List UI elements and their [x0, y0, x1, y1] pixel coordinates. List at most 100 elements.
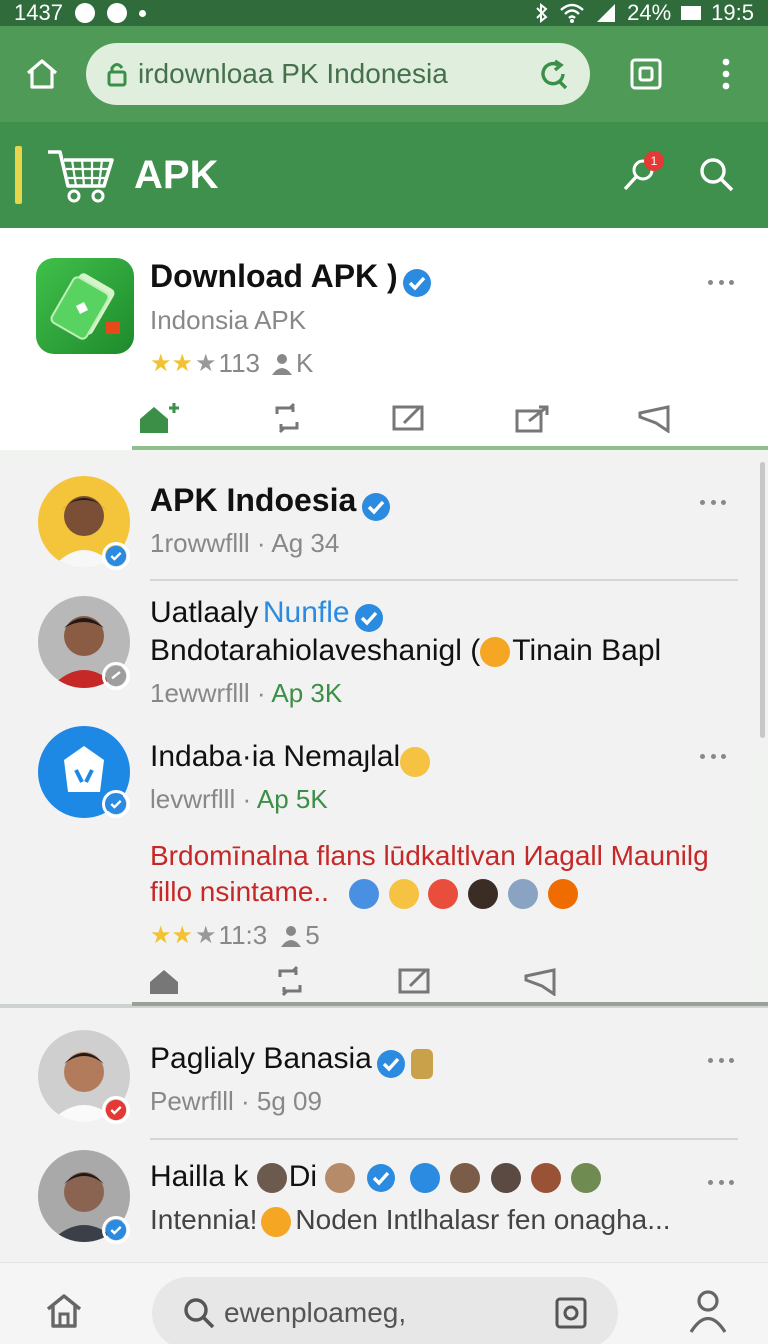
profile-icon[interactable]: [688, 1289, 728, 1333]
repost-icon[interactable]: [274, 965, 306, 997]
feed-group-1: APK Indoesia 1rowwflll · Ag 34 Uatlaaly …: [0, 458, 760, 1004]
can-emoji-icon: [410, 1048, 433, 1079]
laugh-emoji-icon: [348, 878, 379, 909]
star-rating: ★★: [150, 350, 194, 377]
star-rating-empty: ★: [195, 922, 217, 949]
clock-right: 19:5: [711, 0, 754, 25]
app-card: Download APK ) Indonsia APK ★★ ★ 113 K: [0, 228, 768, 450]
post2-meta: 1ewwrflll ·: [150, 678, 272, 708]
app-subtitle: Indonsia APK: [150, 305, 307, 335]
verified-icon: [355, 603, 384, 632]
feed-group-2: Paglialy Banasia Pewrflll · 5g 09 Hailla…: [0, 1010, 768, 1262]
avatar-link-badge: [102, 662, 130, 690]
post3-more-button[interactable]: [700, 754, 726, 762]
post2-text-row: Bndotarahiolaveshanigl ( Tinain Bapl: [150, 634, 661, 668]
url-text: irdownloaa PK Indonesia: [138, 58, 448, 89]
tabs-button[interactable]: [622, 50, 670, 98]
verified-icon: [377, 1049, 406, 1078]
face-avatar-icon: [256, 1163, 287, 1194]
app-icon[interactable]: [36, 258, 134, 354]
edit-icon[interactable]: [392, 403, 426, 433]
user-icon: [281, 925, 302, 947]
verified-icon: [366, 1164, 395, 1193]
post1-author[interactable]: APK Indoesia: [150, 482, 356, 518]
post5-name-row: Hailla k Di: [150, 1160, 603, 1194]
scrollbar[interactable]: [760, 462, 765, 738]
post5-text-a: Intennia!: [150, 1204, 258, 1235]
avatar-verified-badge: [102, 542, 130, 570]
tab-icon[interactable]: [554, 1296, 588, 1330]
home-add-icon[interactable]: [138, 401, 182, 435]
post2-author-link[interactable]: Nunfle: [263, 596, 350, 629]
post2-name-row: Uatlaaly Nunfle: [150, 596, 384, 633]
post2-author[interactable]: Uatlaaly: [150, 596, 258, 629]
search-icon[interactable]: [698, 156, 736, 194]
battery-percent: 24%: [627, 0, 672, 25]
post3-stats-row: ★★ ★ 11:3 5: [150, 920, 320, 951]
browser-menu-button[interactable]: [702, 50, 750, 98]
grin-emoji-icon: [400, 746, 431, 777]
browser-toolbar: irdownloaa PK Indonesia: [0, 26, 768, 122]
verified-icon: [403, 268, 432, 297]
post3-rating-count: 11:3: [218, 920, 268, 950]
post5-text-b: Noden Intlhalasr fen onagha...: [295, 1204, 671, 1235]
app-more-button[interactable]: [708, 280, 734, 288]
clock-left: 1437: [14, 0, 63, 25]
site-logo[interactable]: APK: [44, 142, 218, 208]
post1-name-row: APK Indoesia: [150, 482, 391, 522]
post3-user-count: 5: [305, 920, 320, 950]
reload-icon[interactable]: [536, 57, 570, 91]
post3-actions: [148, 964, 558, 998]
link-icon: [410, 1163, 441, 1194]
post5-author[interactable]: Hailla k: [150, 1160, 248, 1193]
bookmark-icon[interactable]: [638, 403, 672, 433]
user-icon: [272, 353, 292, 375]
post1-more-button[interactable]: [700, 500, 726, 508]
lock-icon: [107, 63, 127, 87]
post3-stat: Ap 5K: [256, 784, 328, 814]
edit-icon[interactable]: [398, 966, 432, 996]
address-bar[interactable]: irdownloaa PK Indonesia: [86, 43, 590, 105]
post5-more-button[interactable]: [708, 1180, 734, 1188]
star-rating-empty: ★: [195, 350, 217, 377]
bottom-bar: ewenploameg,: [0, 1262, 768, 1344]
battery-icon: [681, 6, 702, 20]
post2-text: Bndotarahiolaveshanigl (: [150, 634, 481, 667]
face-avatar-icon: [531, 1163, 562, 1194]
section-separator-accent: [132, 1002, 768, 1006]
post3-body-text: fillo nsintame..: [150, 876, 329, 907]
post3-author[interactable]: Indaba·ia Nemaȷlal: [150, 740, 400, 773]
post5-text-row: Intennia! Noden Intlhalasr fen onagha...: [150, 1204, 671, 1237]
post4-more-button[interactable]: [708, 1058, 734, 1066]
notification-count: 1: [650, 154, 658, 168]
app-title[interactable]: Download APK ): [150, 258, 398, 294]
divider: [150, 579, 738, 581]
laughing-emoji-icon: [480, 637, 511, 668]
post3-body-line2: fillo nsintame..: [150, 876, 580, 909]
post3-name-row: Indaba·ia Nemaȷlal: [150, 740, 432, 777]
tab-icon: [630, 58, 662, 90]
menu-icon: [722, 58, 730, 90]
home-icon[interactable]: [44, 1291, 84, 1331]
notification-icon: [74, 3, 95, 23]
repost-icon[interactable]: [271, 402, 303, 434]
party-emoji-icon: [547, 878, 578, 909]
notifications-button[interactable]: 1: [620, 151, 664, 195]
verified-icon: [361, 492, 390, 521]
rating-count: 113: [218, 348, 260, 378]
post2-stat: Ap 3K: [271, 678, 343, 708]
post3-meta-row: levwrflll · Ap 5K: [150, 784, 328, 815]
post3-meta: levwrflll ·: [150, 784, 257, 814]
app-rating-row: ★★ ★ 113 K: [150, 348, 313, 379]
bottom-search-field[interactable]: ewenploameg,: [152, 1277, 618, 1344]
cart-logo-icon: [48, 150, 114, 203]
avatar-verified-badge: [102, 790, 130, 818]
bookmark-icon[interactable]: [524, 966, 558, 996]
post4-author[interactable]: Paglialy Banasia: [150, 1042, 372, 1075]
signal-icon: [597, 4, 616, 22]
share-icon[interactable]: [515, 403, 549, 433]
post2-text-tail: Tinain Bapl: [512, 634, 662, 667]
app-card-progress: [132, 446, 768, 450]
home-button[interactable]: [18, 50, 66, 98]
home-icon[interactable]: [148, 966, 182, 996]
